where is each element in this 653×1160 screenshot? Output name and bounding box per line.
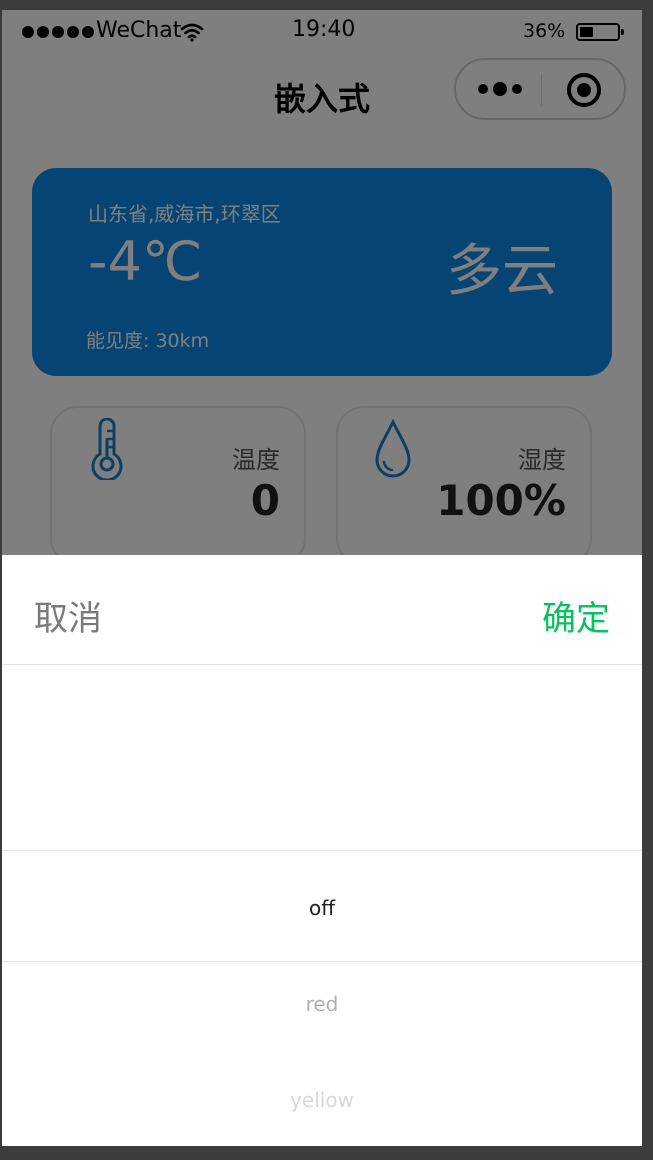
phone-screen: WeChat 19:40 36% 嵌入式 山东省,威海市,环翠区 -4℃ 多云 …: [2, 10, 642, 1146]
picker-option-yellow[interactable]: yellow: [2, 1088, 642, 1112]
picker-option-red[interactable]: red: [2, 992, 642, 1016]
selection-line-bottom: [2, 961, 642, 962]
selection-line-top: [2, 850, 642, 851]
confirm-button[interactable]: 确定: [542, 591, 610, 640]
option-picker: 取消 确定 off red yellow: [2, 555, 642, 1146]
cancel-button[interactable]: 取消: [34, 591, 102, 640]
picker-header: 取消 确定: [2, 555, 642, 665]
picker-option-off[interactable]: off: [2, 896, 642, 920]
